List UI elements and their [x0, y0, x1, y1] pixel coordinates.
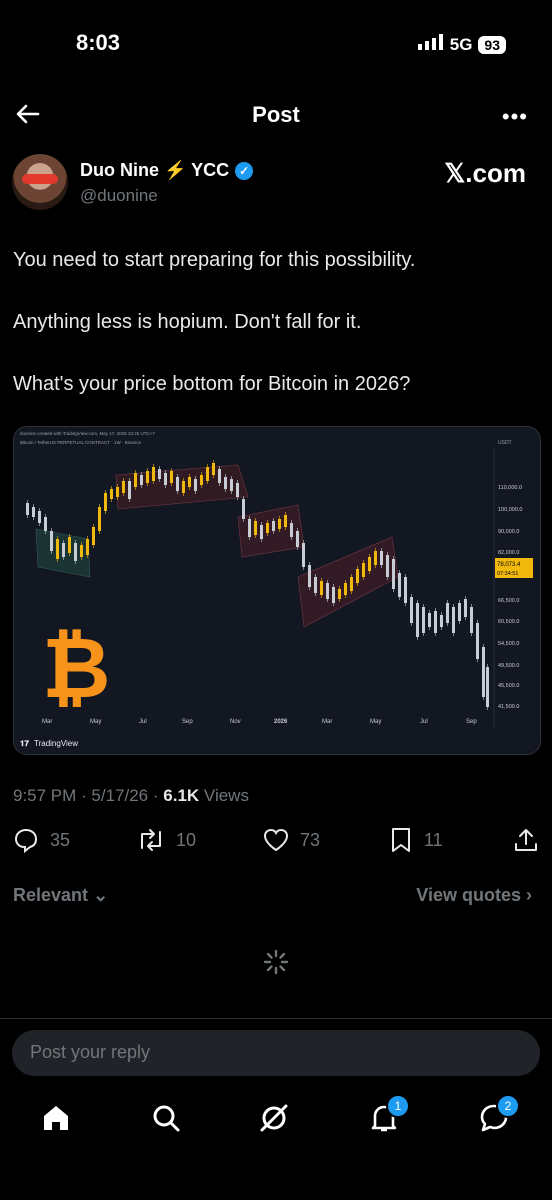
price-tick: 100,000.0 [498, 507, 522, 513]
battery-indicator: 93 [478, 35, 506, 54]
tradingview-logo: TradingView [34, 739, 78, 748]
bookmark-button[interactable]: 11 [388, 826, 443, 854]
like-count: 73 [300, 829, 321, 850]
sort-relevant-label: Relevant [13, 885, 89, 905]
views-label: Views [203, 786, 249, 805]
views-count: 6.1K [163, 786, 200, 805]
tradingview-logo-mark: 𝟏𝟕 [20, 739, 29, 748]
price-tick: 49,500.0 [498, 663, 519, 669]
bookmark-count: 11 [424, 829, 443, 850]
chevron-right-icon: › [526, 885, 532, 905]
nav-home-icon[interactable] [38, 1100, 74, 1136]
bookmark-icon [392, 828, 410, 852]
repost-count: 10 [176, 829, 197, 850]
x-tick: Mar [322, 719, 332, 725]
brand-label: 𝕏.com [444, 158, 526, 188]
signal-icon [417, 34, 444, 55]
messages-badge: 2 [496, 1094, 520, 1118]
x-tick: Jul [139, 719, 147, 725]
post-actions: 35 10 73 11 [0, 826, 552, 862]
share-icon [515, 829, 537, 851]
price-tick: 66,500.0 [498, 598, 519, 604]
more-options-icon[interactable]: ••• [502, 104, 528, 130]
price-tick: 41,500.0 [498, 704, 519, 710]
status-time: 8:03 [76, 30, 121, 55]
share-button[interactable] [512, 826, 540, 854]
sort-relevant-dropdown[interactable]: Relevant ⌄ [13, 885, 108, 906]
author-name-row[interactable]: Duo Nine ⚡ YCC ✓ [80, 160, 254, 181]
x-tick: Nov [230, 719, 241, 725]
loading-spinner-icon [262, 948, 290, 976]
chart-image: duonine created with TradingView.com, Ma… [14, 427, 540, 754]
post-media-image[interactable]: duonine created with TradingView.com, Ma… [13, 426, 541, 755]
reply-button[interactable]: 35 [12, 826, 70, 854]
x-tick: Sep [466, 719, 477, 725]
view-quotes-link[interactable]: View quotes › [416, 885, 532, 906]
x-tick: 2026 [274, 719, 288, 725]
post-meta: 9:57 PM · 5/17/26 · 6.1K Views [13, 786, 249, 805]
x-tick: Mar [42, 719, 52, 725]
price-tick: 82,000.0 [498, 550, 519, 556]
network-label: 5G [449, 34, 473, 54]
view-quotes-label: View quotes [416, 885, 521, 905]
post-line: Anything less is hopium. Don't fall for … [13, 311, 362, 333]
like-button[interactable]: 73 [262, 826, 320, 854]
author-handle[interactable]: @duonine [80, 186, 158, 206]
chart-symbol-line: Bitcoin / TetherUS PERPETUAL CONTRACT · … [20, 440, 141, 445]
price-tick: 90,000.0 [498, 529, 519, 535]
price-tick: 54,500.0 [498, 641, 519, 647]
repost-button[interactable]: 10 [136, 826, 196, 854]
notifications-badge: 1 [386, 1094, 410, 1118]
chevron-down-icon: ⌄ [93, 885, 109, 905]
x-tick: Jul [420, 719, 428, 725]
price-tick: 60,500.0 [498, 619, 519, 625]
chart-top-note: duonine created with TradingView.com, Ma… [20, 431, 155, 436]
status-indicators: 5G 93 [417, 34, 506, 55]
price-tick: 45,500.0 [498, 683, 519, 689]
post-time: 9:57 PM [13, 786, 77, 805]
chart-currency: USDT [498, 440, 512, 446]
price-tick: 110,000.0 [498, 485, 522, 491]
heart-icon [263, 828, 289, 852]
repost-icon [141, 829, 161, 851]
current-price-label: 78,073.4 [497, 562, 521, 568]
divider [0, 1018, 552, 1019]
post-text: You need to start preparing for this pos… [13, 244, 533, 430]
bitcoin-logo: ₿ [42, 619, 110, 717]
countdown-label: 07:34:51 [497, 571, 518, 577]
verified-badge-icon: ✓ [235, 161, 254, 180]
x-tick: May [90, 719, 101, 725]
nav-notifications-icon[interactable]: 1 [366, 1094, 410, 1136]
post-line: You need to start preparing for this pos… [13, 249, 416, 271]
avatar-glasses [22, 174, 58, 184]
nav-grok-icon[interactable] [256, 1100, 292, 1136]
reply-icon [14, 828, 38, 854]
nav-messages-icon[interactable]: 2 [476, 1094, 520, 1136]
page-title: Post [252, 102, 300, 127]
author-name: Duo Nine ⚡ YCC [80, 160, 230, 180]
post-line: What's your price bottom for Bitcoin in … [13, 373, 411, 395]
nav-search-icon[interactable] [148, 1100, 184, 1136]
avatar[interactable] [12, 154, 68, 210]
x-tick: Sep [182, 719, 193, 725]
reply-placeholder: Post your reply [30, 1042, 151, 1062]
x-tick: May [370, 719, 381, 725]
post-date: 5/17/26 [91, 786, 149, 805]
reply-count: 35 [50, 829, 71, 850]
